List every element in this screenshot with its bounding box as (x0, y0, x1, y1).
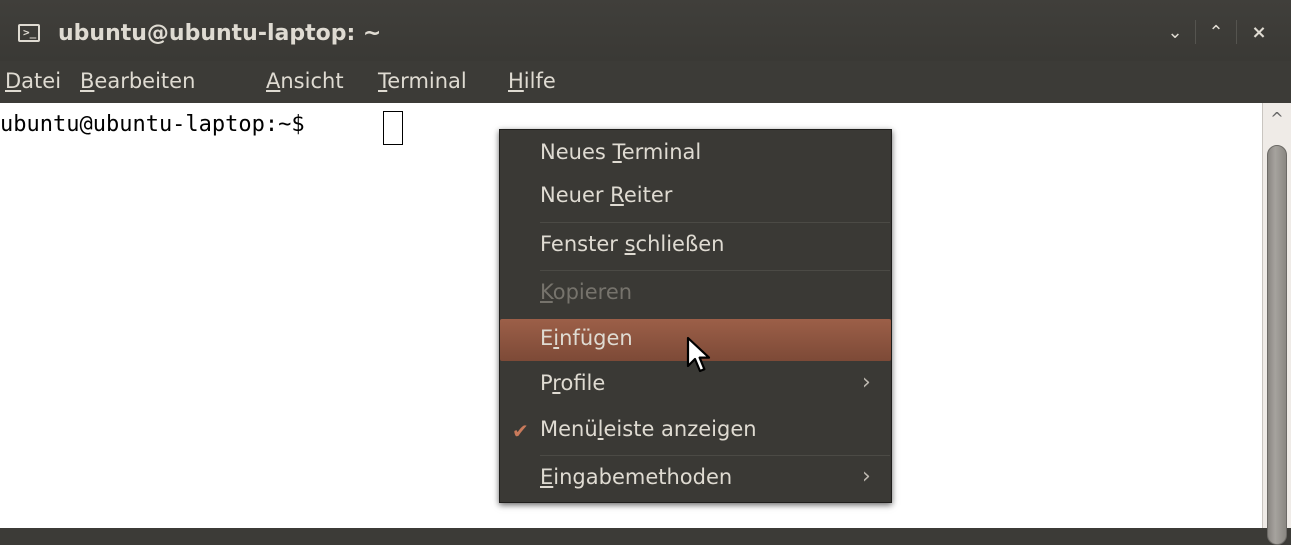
maximize-button[interactable]: ⌃ (1197, 14, 1235, 52)
window-control-divider (1236, 20, 1237, 44)
menu-bearbeiten[interactable]: Bearbeiten (80, 69, 195, 93)
menu-item-menuleiste-anzeigen[interactable]: ✔ Menüleiste anzeigen (500, 410, 891, 452)
menu-item-kopieren: Kopieren (500, 273, 891, 315)
menu-item-fenster-schliessen[interactable]: Fenster schließen (500, 225, 891, 267)
checkmark-icon: ✔ (512, 419, 529, 443)
window-title: ubuntu@ubuntu-laptop: ~ (58, 21, 382, 46)
submenu-arrow-icon: › (862, 464, 871, 489)
menu-separator (540, 222, 890, 223)
menu-item-label: Menüleiste anzeigen (540, 417, 757, 441)
scroll-up-arrow-icon[interactable]: ^ (1263, 105, 1291, 133)
menu-item-eingabemethoden[interactable]: Eingabemethoden › (500, 458, 891, 500)
window-control-divider (1195, 20, 1196, 44)
menu-item-label: Eingabemethoden (540, 465, 733, 489)
text-cursor (383, 111, 403, 145)
menu-item-label: Kopieren (540, 280, 633, 304)
menu-bar: Datei Bearbeiten Ansicht Terminal Hilfe (0, 61, 1291, 103)
vertical-scrollbar[interactable]: ^ (1262, 103, 1291, 545)
terminal-icon: >_ (18, 24, 40, 42)
menu-hilfe[interactable]: Hilfe (508, 69, 556, 93)
menu-item-neuer-reiter[interactable]: Neuer Reiter (500, 176, 891, 218)
menu-item-neues-terminal[interactable]: Neues Terminal (500, 133, 891, 175)
menu-item-label: Einfügen (540, 326, 633, 350)
menu-ansicht[interactable]: Ansicht (266, 69, 344, 93)
menu-separator (540, 455, 890, 456)
submenu-arrow-icon: › (862, 370, 871, 395)
menu-datei[interactable]: Datei (5, 69, 61, 93)
context-menu: Neues Terminal Neuer Reiter Fenster schl… (499, 129, 892, 503)
minimize-button[interactable]: ⌄ (1156, 14, 1194, 52)
menu-item-label: Neuer Reiter (540, 183, 673, 207)
menu-item-label: Fenster schließen (540, 232, 725, 256)
scrollbar-thumb[interactable] (1267, 145, 1287, 545)
menu-terminal[interactable]: Terminal (378, 69, 467, 93)
menu-item-label: Profile (540, 371, 606, 395)
title-bar[interactable]: >_ ubuntu@ubuntu-laptop: ~ ⌄ ⌃ × (0, 0, 1291, 61)
menu-item-label: Neues Terminal (540, 140, 702, 164)
shell-prompt: ubuntu@ubuntu-laptop:~$ (0, 112, 318, 137)
mouse-pointer-icon (686, 336, 711, 373)
close-button[interactable]: × (1240, 14, 1278, 52)
menu-separator (540, 270, 890, 271)
